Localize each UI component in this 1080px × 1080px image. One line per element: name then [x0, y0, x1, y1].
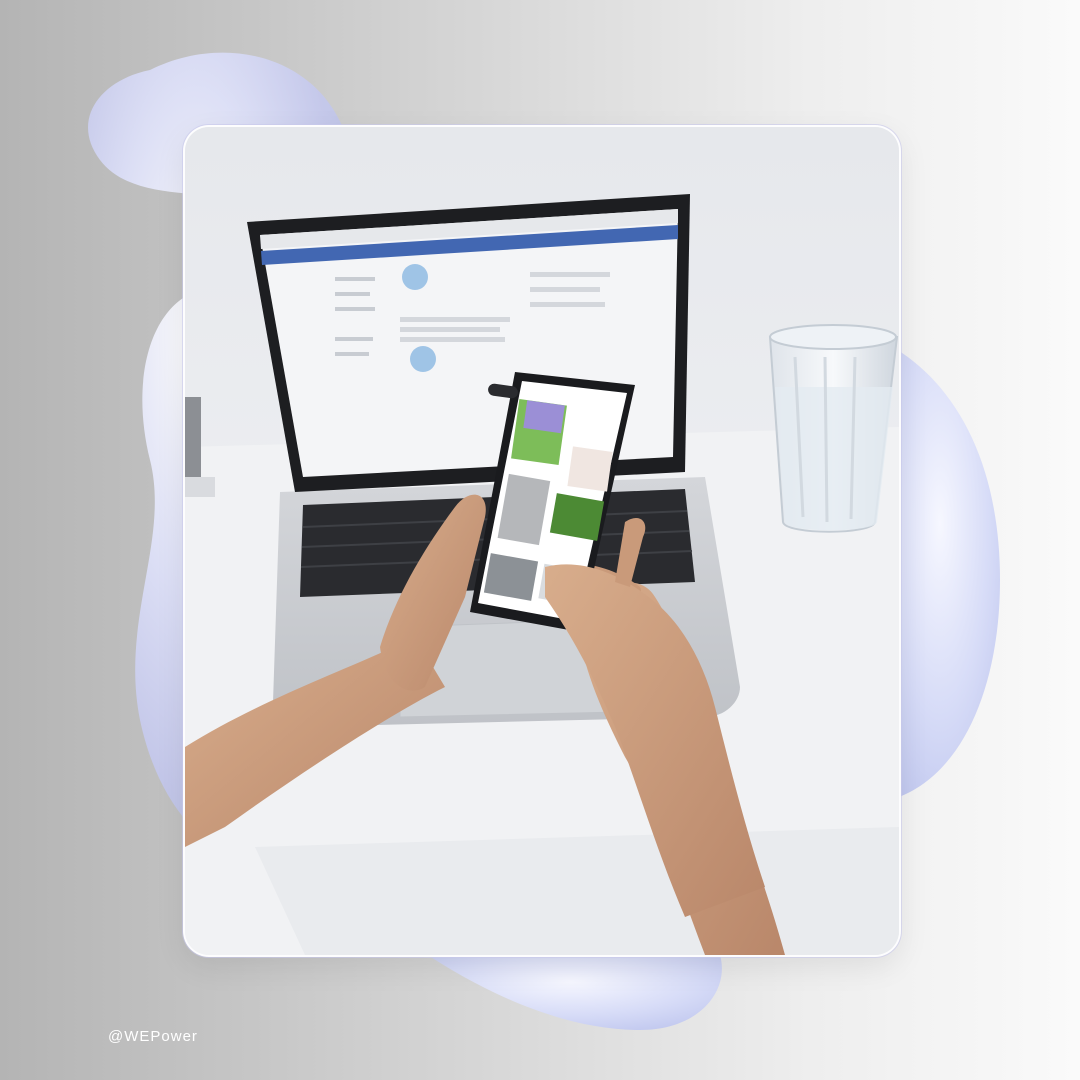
blob-bottom	[420, 950, 722, 1030]
water-glass	[768, 324, 899, 533]
photo-card	[183, 125, 901, 957]
brand-handle: @WEPower	[108, 1028, 198, 1045]
photo-illustration	[185, 127, 899, 955]
